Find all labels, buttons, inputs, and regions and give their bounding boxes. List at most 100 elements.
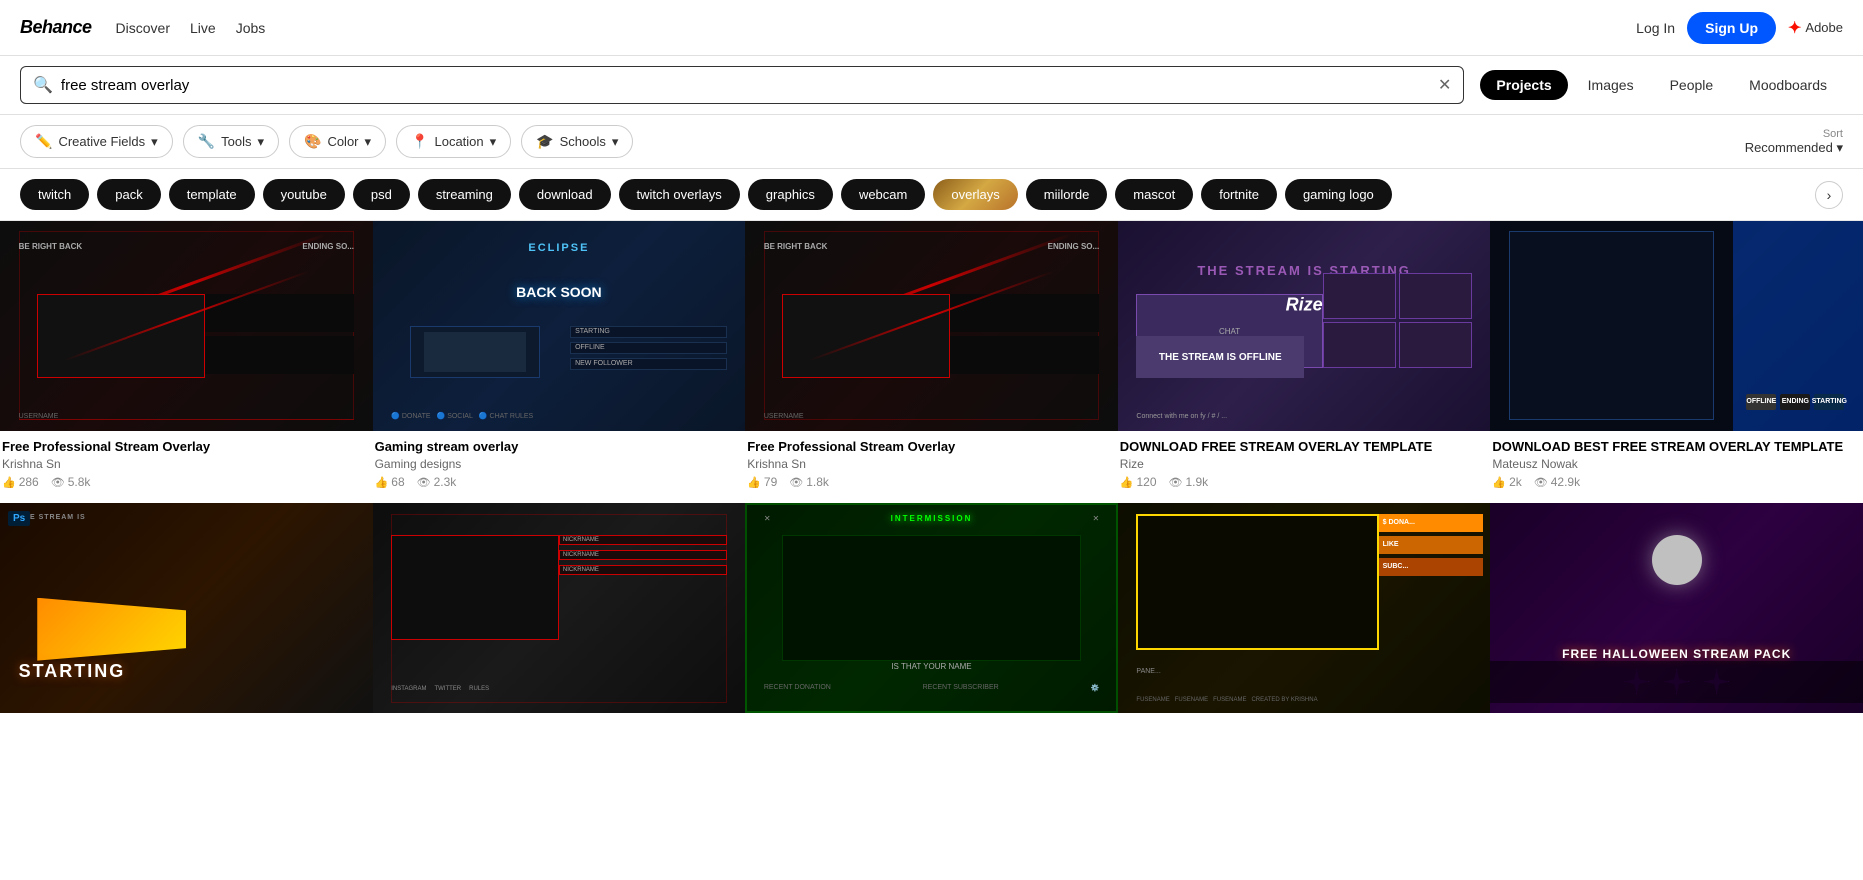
tab-projects[interactable]: Projects — [1480, 70, 1567, 100]
tags-next-button[interactable]: › — [1815, 181, 1843, 209]
tab-moodboards[interactable]: Moodboards — [1733, 70, 1843, 100]
thumbnail-6: Ps STARTING THE STREAM IS — [0, 503, 373, 713]
gallery-stats-1: 👍 286 👁 5.8k — [2, 475, 371, 489]
gallery-item-2[interactable]: ECLIPSE BACK SOON STARTING OFFLINE NEW F… — [373, 221, 746, 503]
views-4: 👁 1.9k — [1169, 475, 1209, 489]
sort-chevron-icon: ▾ — [1836, 140, 1843, 155]
gallery-title-2: Gaming stream overlay — [375, 439, 744, 456]
login-button[interactable]: Log In — [1636, 20, 1675, 36]
gallery-info-4: DOWNLOAD FREE STREAM OVERLAY TEMPLATE Ri… — [1118, 431, 1491, 504]
dl-indicator: OFFLINE ENDING STARTING — [1746, 394, 1844, 410]
tag-twitch[interactable]: twitch — [20, 179, 89, 210]
tags-row: twitch pack template youtube psd streami… — [0, 169, 1863, 221]
nav-jobs[interactable]: Jobs — [236, 20, 266, 36]
likes-3: 👍 79 — [747, 475, 777, 489]
gallery-item-7[interactable]: NICKRNAME NICKRNAME NICKRNAME INSTAGRAMT… — [373, 503, 746, 739]
views-5: 👁 42.9k — [1534, 475, 1580, 489]
gallery-item-10[interactable]: Free Halloween Stream Pack — [1490, 503, 1863, 739]
tab-images[interactable]: Images — [1572, 70, 1650, 100]
gallery-author-1: Krishna Sn — [2, 457, 371, 471]
tag-psd[interactable]: psd — [353, 179, 410, 210]
view-icon: 👁 — [1534, 476, 1548, 489]
gallery-item-9[interactable]: $ DONA... LIKE SUBC... FUSENAMEFUSENAMEF… — [1118, 503, 1491, 739]
eclipse-text: ECLIPSE — [528, 242, 589, 254]
behance-logo[interactable]: Behance — [20, 17, 92, 38]
schools-filter[interactable]: 🎓 Schools ▾ — [521, 125, 633, 158]
tab-people[interactable]: People — [1654, 70, 1730, 100]
chevron-down-icon: ▾ — [490, 134, 497, 150]
view-icon: 👁 — [1169, 476, 1183, 489]
creative-fields-icon: ✏️ — [35, 133, 52, 150]
gallery-item-8[interactable]: INTERMISSION ✕ ✕ IS THAT YOUR NAME RECEN… — [745, 503, 1118, 739]
gallery-item-3[interactable]: BE RIGHT BACK ENDING SO... USERNAME Free… — [745, 221, 1118, 503]
adobe-icon: ✦ — [1788, 18, 1801, 38]
gallery-stats-5: 👍 2k 👁 42.9k — [1492, 475, 1861, 489]
search-bar-container: 🔍 ✕ Projects Images People Moodboards — [0, 56, 1863, 115]
header: Behance Discover Live Jobs Log In Sign U… — [0, 0, 1863, 56]
thumbnail-5: OFFLINE ENDING STARTING — [1490, 221, 1863, 431]
search-icon: 🔍 — [33, 75, 53, 95]
like-icon: 👍 — [1120, 476, 1134, 489]
like-icon: 👍 — [2, 476, 16, 489]
signup-button[interactable]: Sign Up — [1687, 12, 1776, 44]
like-icon: 👍 — [747, 476, 761, 489]
creative-fields-filter[interactable]: ✏️ Creative Fields ▾ — [20, 125, 173, 158]
tag-streaming[interactable]: streaming — [418, 179, 511, 210]
gallery-item-5[interactable]: OFFLINE ENDING STARTING DOWNLOAD BEST FR… — [1490, 221, 1863, 503]
tag-pack[interactable]: pack — [97, 179, 160, 210]
like-icon: 👍 — [375, 476, 389, 489]
views-1: 👁 5.8k — [51, 475, 91, 489]
tag-gaming-logo[interactable]: gaming logo — [1285, 179, 1392, 210]
filter-bar: ✏️ Creative Fields ▾ 🔧 Tools ▾ 🎨 Color ▾… — [0, 115, 1863, 169]
search-bar: 🔍 ✕ — [20, 66, 1464, 104]
gallery-info-2: Gaming stream overlay Gaming designs 👍 6… — [373, 431, 746, 504]
starting-box: STARTING — [1814, 394, 1844, 410]
tag-miilorde[interactable]: miilorde — [1026, 179, 1108, 210]
gallery-item-6[interactable]: Ps STARTING THE STREAM IS — [0, 503, 373, 739]
tag-webcam[interactable]: webcam — [841, 179, 925, 210]
gallery-info-1: Free Professional Stream Overlay Krishna… — [0, 431, 373, 504]
tag-graphics[interactable]: graphics — [748, 179, 833, 210]
chevron-down-icon: ▾ — [365, 134, 372, 150]
gallery-info-9 — [1118, 713, 1491, 739]
gallery-info-3: Free Professional Stream Overlay Krishna… — [745, 431, 1118, 504]
tag-template[interactable]: template — [169, 179, 255, 210]
tag-youtube[interactable]: youtube — [263, 179, 345, 210]
likes-5: 👍 2k — [1492, 475, 1521, 489]
gallery-row-1: BE RIGHT BACK ENDING SO... USERNAME Free… — [0, 221, 1863, 503]
gallery-info-8 — [745, 713, 1118, 739]
clear-icon[interactable]: ✕ — [1438, 75, 1451, 95]
likes-4: 👍 120 — [1120, 475, 1157, 489]
main-nav: Discover Live Jobs — [116, 20, 266, 36]
thumbnail-1: BE RIGHT BACK ENDING SO... USERNAME — [0, 221, 373, 431]
thumbnail-8: INTERMISSION ✕ ✕ IS THAT YOUR NAME RECEN… — [745, 503, 1118, 713]
tag-mascot[interactable]: mascot — [1115, 179, 1193, 210]
adobe-logo: ✦ Adobe — [1788, 18, 1843, 38]
ending-box: ENDING — [1780, 394, 1810, 410]
search-input[interactable] — [61, 77, 1430, 94]
location-icon: 📍 — [411, 133, 428, 150]
gallery-info-7 — [373, 713, 746, 739]
search-tabs: Projects Images People Moodboards — [1480, 70, 1843, 100]
moon-shape — [1652, 535, 1702, 585]
gallery-info-6 — [0, 713, 373, 739]
tag-download[interactable]: download — [519, 179, 611, 210]
gallery-stats-2: 👍 68 👁 2.3k — [375, 475, 744, 489]
tools-filter[interactable]: 🔧 Tools ▾ — [183, 125, 279, 158]
thumbnail-9: $ DONA... LIKE SUBC... FUSENAMEFUSENAMEF… — [1118, 503, 1491, 713]
tag-overlays[interactable]: overlays — [933, 179, 1017, 210]
nav-live[interactable]: Live — [190, 20, 216, 36]
gallery-author-4: Rize — [1120, 457, 1489, 471]
location-filter[interactable]: 📍 Location ▾ — [396, 125, 511, 158]
gallery-author-3: Krishna Sn — [747, 457, 1116, 471]
header-actions: Log In Sign Up ✦ Adobe — [1636, 12, 1843, 44]
tag-fortnite[interactable]: fortnite — [1201, 179, 1277, 210]
color-icon: 🎨 — [304, 133, 321, 150]
gallery-item-1[interactable]: BE RIGHT BACK ENDING SO... USERNAME Free… — [0, 221, 373, 503]
color-filter[interactable]: 🎨 Color ▾ — [289, 125, 386, 158]
gallery-item-4[interactable]: THE STREAM IS STARTING CHAT Rize THE STR… — [1118, 221, 1491, 503]
sort-container[interactable]: Sort Recommended ▾ — [1745, 128, 1843, 156]
gallery-title-1: Free Professional Stream Overlay — [2, 439, 371, 456]
nav-discover[interactable]: Discover — [116, 20, 170, 36]
tag-twitch-overlays[interactable]: twitch overlays — [619, 179, 740, 210]
